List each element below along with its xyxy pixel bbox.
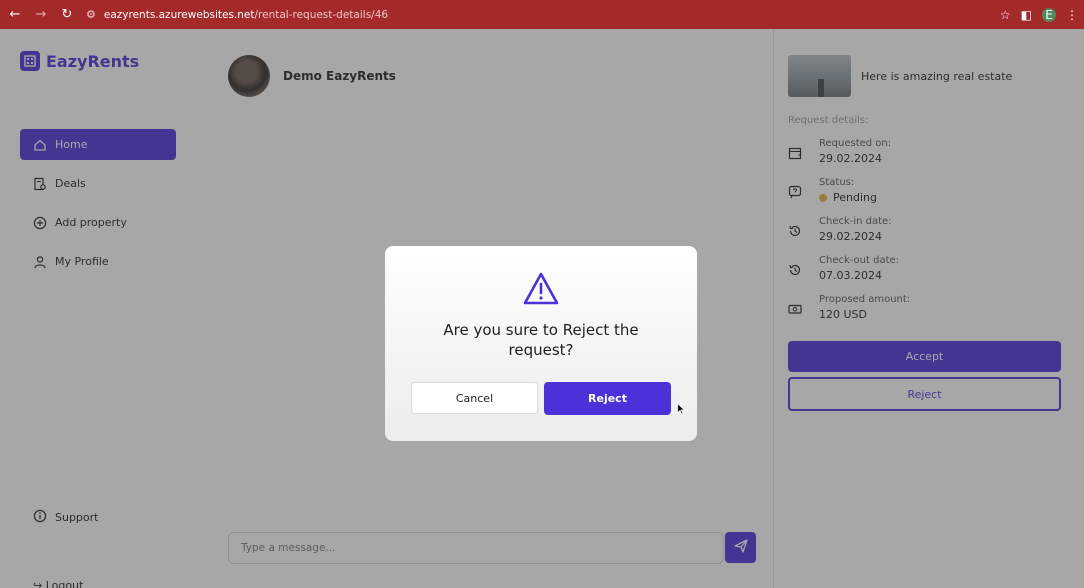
forward-icon[interactable]: → (30, 4, 52, 26)
reload-icon[interactable]: ↻ (56, 4, 78, 26)
reject-confirm-dialog: Are you sure to Reject the request? Canc… (385, 246, 697, 441)
browser-toolbar: ← → ↻ ⚙ eazyrents.azurewebsites.net/rent… (0, 0, 1084, 29)
dialog-question-line1: Are you sure to Reject the (443, 321, 639, 339)
dialog-question-line2: request? (508, 341, 574, 359)
warning-icon (523, 272, 559, 309)
menu-kebab-icon[interactable]: ⋮ (1066, 8, 1078, 22)
side-panel-icon[interactable]: ◧ (1021, 8, 1032, 22)
mouse-cursor-icon (677, 400, 686, 419)
url-path: /rental-request-details/46 (254, 8, 389, 21)
dialog-question: Are you sure to Reject the request? (385, 320, 697, 360)
bookmark-star-icon[interactable]: ☆ (1000, 8, 1011, 22)
site-settings-icon[interactable]: ⚙ (86, 8, 96, 21)
cancel-button[interactable]: Cancel (411, 382, 538, 414)
address-bar[interactable]: ⚙ eazyrents.azurewebsites.net/rental-req… (86, 4, 1000, 26)
back-icon[interactable]: ← (4, 4, 26, 26)
profile-avatar[interactable]: E (1042, 7, 1056, 22)
confirm-reject-button[interactable]: Reject (544, 382, 671, 415)
url-host: eazyrents.azurewebsites.net (103, 8, 255, 21)
